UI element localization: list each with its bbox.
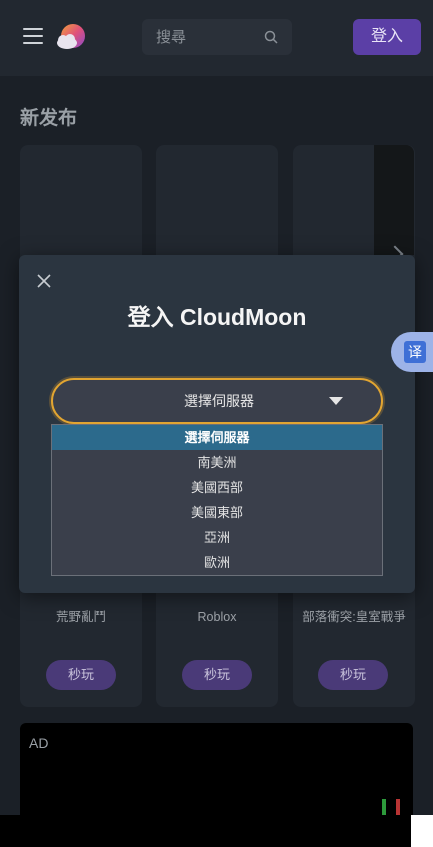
search-box[interactable] xyxy=(142,19,292,55)
ad-banner[interactable]: AD xyxy=(20,723,413,823)
server-option[interactable]: 美國東部 xyxy=(52,500,382,525)
server-option[interactable]: 選擇伺服器 xyxy=(52,425,382,450)
search-icon[interactable] xyxy=(264,30,278,44)
play-button[interactable]: 秒玩 xyxy=(318,660,388,690)
section-title: 新发布 xyxy=(20,108,78,129)
cloudmoon-logo-icon[interactable] xyxy=(54,22,90,54)
modal-title: 登入 CloudMoon xyxy=(127,304,307,330)
hamburger-menu-icon[interactable] xyxy=(23,28,43,44)
game-name: 荒野亂鬥 xyxy=(55,610,106,624)
server-select[interactable]: 選擇伺服器 xyxy=(51,378,383,424)
game-name: Roblox xyxy=(197,610,237,624)
bottom-ad-strip xyxy=(0,815,411,847)
server-option[interactable]: 美國西部 xyxy=(52,475,382,500)
carousel-edge xyxy=(374,145,414,255)
caret-down-icon[interactable] xyxy=(329,397,343,405)
login-modal: 登入 CloudMoon 選擇伺服器 選擇伺服器 南美洲 美國西部 美國東部 亞… xyxy=(19,255,415,593)
login-button[interactable]: 登入 xyxy=(353,19,421,55)
server-option[interactable]: 亞洲 xyxy=(52,525,382,550)
server-dropdown-list: 選擇伺服器 南美洲 美國西部 美國東部 亞洲 歐洲 xyxy=(51,424,383,576)
ad-mark xyxy=(382,799,386,815)
translate-icon: 译 xyxy=(404,341,426,363)
translate-button[interactable]: 译 xyxy=(391,332,433,372)
game-name: 部落衝突:皇室戰爭 xyxy=(302,610,406,624)
server-option[interactable]: 南美洲 xyxy=(52,450,382,475)
top-header: 登入 xyxy=(0,0,433,76)
ad-label: AD xyxy=(29,735,49,751)
server-option[interactable]: 歐洲 xyxy=(52,550,382,575)
close-icon[interactable] xyxy=(36,273,52,289)
ad-mark xyxy=(396,799,400,815)
play-button[interactable]: 秒玩 xyxy=(182,660,252,690)
page: 登入 新发布 荒野亂鬥 Roblox 部落衝突:皇室戰爭 秒玩 秒玩 秒玩 AD… xyxy=(0,0,433,847)
play-button[interactable]: 秒玩 xyxy=(46,660,116,690)
